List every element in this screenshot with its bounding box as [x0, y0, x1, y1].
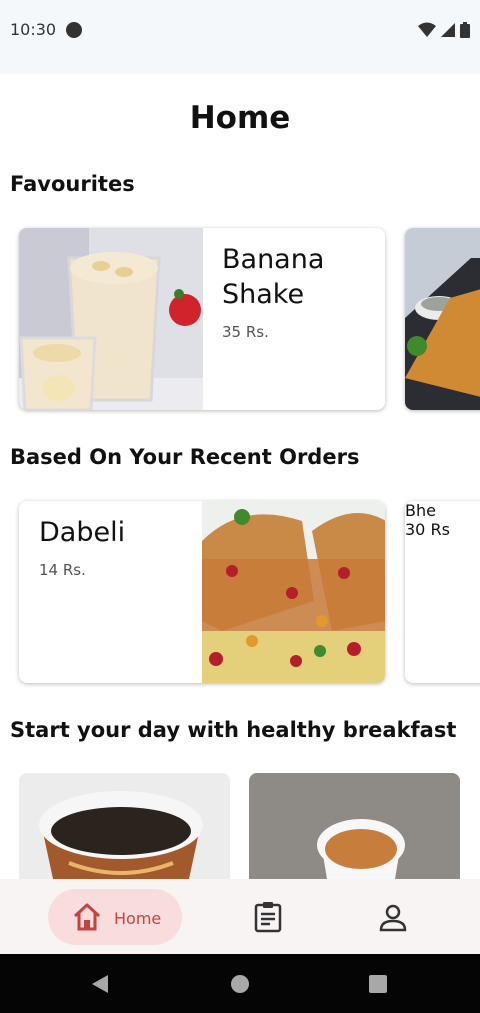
breakfast-heading: Start your day with healthy breakfast: [10, 718, 457, 742]
back-icon[interactable]: [91, 974, 109, 994]
favourite-card[interactable]: Banana Shake 35 Rs.: [19, 228, 385, 410]
item-name: Bhe: [405, 501, 436, 520]
recents-icon[interactable]: [369, 975, 387, 993]
nav-label-home[interactable]: Home: [114, 909, 161, 928]
item-price: 35 Rs.: [222, 323, 269, 341]
favourite-card-peek[interactable]: [405, 228, 480, 410]
breakfast-card[interactable]: [249, 773, 460, 879]
home-circle-icon[interactable]: [231, 975, 249, 993]
recent-order-card-peek[interactable]: Bhe 30 Rs: [405, 501, 480, 683]
signal-icon: [441, 23, 455, 37]
status-bar: 10:30: [0, 0, 480, 74]
battery-icon: [460, 22, 470, 38]
wifi-icon: [418, 22, 436, 37]
item-price: 14 Rs.: [39, 561, 86, 579]
notification-icon: [66, 22, 82, 38]
coffee-image: [19, 773, 230, 879]
favourites-heading: Favourites: [10, 172, 135, 196]
item-name: Banana Shake: [222, 244, 325, 310]
recent-orders-heading: Based On Your Recent Orders: [10, 445, 360, 469]
samosa-image: [405, 228, 480, 410]
person-icon[interactable]: [379, 904, 407, 932]
bottom-navigation: Home: [0, 879, 480, 954]
favourites-list[interactable]: Banana Shake 35 Rs.: [0, 220, 480, 420]
home-icon[interactable]: [72, 902, 102, 932]
clipboard-icon[interactable]: [254, 901, 282, 933]
page-title: Home: [189, 100, 291, 136]
status-icons: [418, 22, 470, 38]
breakfast-card[interactable]: [19, 773, 230, 879]
status-time: 10:30: [10, 20, 57, 39]
tea-image: [249, 773, 460, 879]
item-price: 30 Rs: [405, 520, 450, 539]
item-name: Dabeli: [39, 517, 126, 548]
system-navigation-bar: [0, 954, 480, 1013]
banana-shake-image: [19, 228, 203, 410]
recent-order-card[interactable]: Dabeli 14 Rs.: [19, 501, 385, 683]
dabeli-image: [202, 501, 385, 683]
recent-orders-list[interactable]: Dabeli 14 Rs. Bhe 30 Rs: [0, 493, 480, 693]
